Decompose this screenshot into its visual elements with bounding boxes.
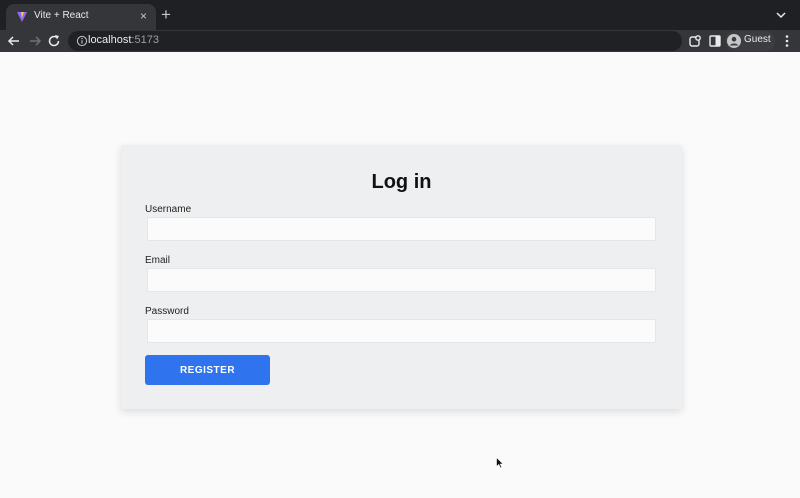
tab-title: Vite + React — [34, 10, 89, 21]
url-host: localhost — [88, 34, 132, 46]
browser-tabstrip: Vite + React × + — [0, 0, 800, 30]
register-button[interactable]: REGISTER — [145, 355, 270, 385]
tab-close-icon[interactable]: × — [140, 8, 147, 24]
username-field[interactable] — [147, 217, 656, 241]
arrow-left-icon[interactable] — [6, 33, 22, 49]
password-label: Password — [145, 306, 189, 317]
kebab-menu-icon[interactable] — [781, 33, 793, 49]
password-field[interactable] — [147, 319, 656, 343]
info-icon[interactable] — [76, 35, 88, 47]
vite-logo-icon — [17, 12, 27, 22]
login-form: Log in Username Email Password REGISTER — [121, 145, 682, 409]
username-label: Username — [145, 204, 192, 215]
email-label: Email — [145, 255, 171, 266]
reload-icon[interactable] — [46, 33, 62, 49]
email-field[interactable] — [147, 268, 656, 292]
extensions-icon[interactable] — [687, 33, 703, 49]
browser-tab[interactable]: Vite + React × — [6, 4, 156, 30]
profile-button[interactable]: Guest — [725, 31, 775, 51]
side-panel-icon[interactable] — [707, 33, 723, 49]
arrow-right-icon[interactable] — [27, 33, 43, 49]
address-bar[interactable]: localhost:5173 — [68, 31, 682, 51]
new-tab-button[interactable]: + — [161, 5, 171, 25]
chevron-down-icon[interactable] — [775, 9, 787, 21]
mouse-pointer-icon — [496, 457, 504, 469]
form-title: Log in — [371, 171, 432, 193]
browser-toolbar: localhost:5173 Guest — [0, 30, 800, 52]
url-port: :5173 — [131, 34, 159, 46]
person-avatar-icon — [727, 34, 741, 48]
url-text: localhost:5173 — [88, 34, 159, 46]
profile-name: Guest — [744, 34, 771, 45]
